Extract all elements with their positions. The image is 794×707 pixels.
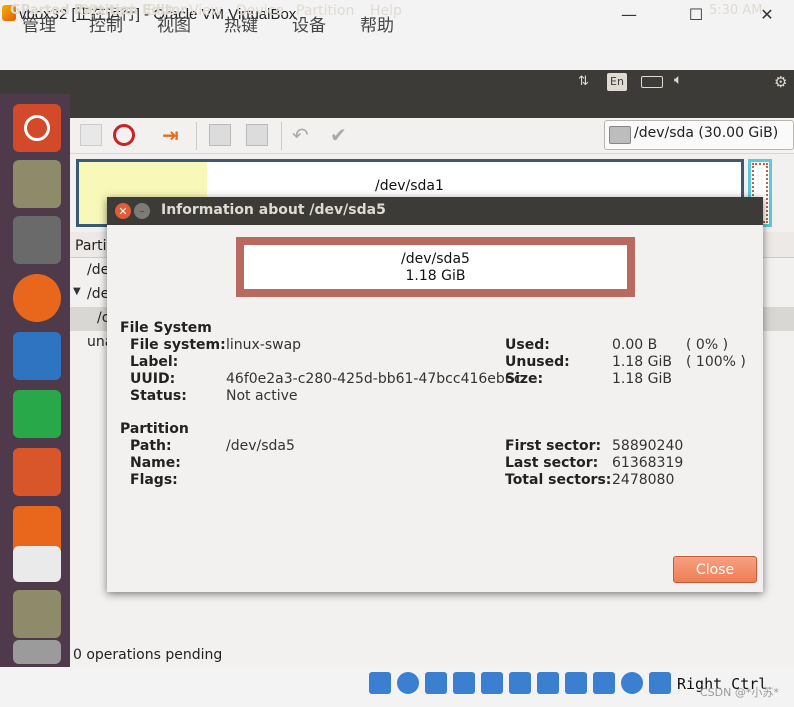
gparted-active-icon[interactable] bbox=[13, 590, 61, 638]
used-percent: ( 0% ) bbox=[686, 337, 729, 353]
keyboard-capture-icon[interactable] bbox=[649, 672, 671, 694]
dialog-minimize-icon[interactable]: – bbox=[134, 203, 150, 219]
new-partition-icon[interactable] bbox=[80, 124, 102, 146]
status-value: Not active bbox=[226, 388, 298, 404]
status-key: Status: bbox=[130, 388, 187, 404]
label-key: Label: bbox=[130, 354, 179, 370]
toolbar-separator bbox=[196, 122, 197, 150]
expander-arrow-icon[interactable]: ▼ bbox=[73, 286, 81, 297]
partition-map-label: /dev/sda1 bbox=[375, 178, 444, 194]
file-system-key: File system: bbox=[130, 337, 226, 353]
storage-icon[interactable] bbox=[369, 672, 391, 694]
device-label: /dev/sda (30.00 GiB) bbox=[634, 125, 779, 141]
unused-percent: ( 100% ) bbox=[686, 354, 746, 370]
battery-icon[interactable] bbox=[641, 76, 663, 88]
row-partition-name: /de bbox=[87, 262, 110, 278]
ubuntu-logo-icon bbox=[24, 115, 50, 141]
dialog-title: Information about /dev/sda5 bbox=[161, 202, 386, 218]
uuid-value: 46f0e2a3-c280-425d-bb61-47bcc416eb6c bbox=[226, 371, 522, 387]
last-sector-key: Last sector: bbox=[505, 455, 599, 471]
menu-help[interactable]: Help bbox=[370, 3, 402, 19]
partition-heading: Partition bbox=[120, 421, 189, 437]
toolbar-separator bbox=[281, 122, 282, 150]
resize-move-icon[interactable]: ⇥ bbox=[162, 124, 184, 146]
row-partition-name: /de bbox=[87, 286, 110, 302]
dialog-partition-graphic-name: /dev/sda5 bbox=[401, 251, 470, 267]
firefox-icon[interactable] bbox=[13, 274, 61, 322]
files-icon[interactable] bbox=[13, 216, 61, 264]
operations-pending-text: 0 operations pending bbox=[73, 647, 223, 663]
watermark: CSDN @*小苏* bbox=[700, 686, 779, 699]
amazon-icon[interactable] bbox=[13, 546, 61, 582]
shared-folders-icon[interactable] bbox=[509, 672, 531, 694]
panel-clock[interactable]: 5:30 AM bbox=[709, 3, 762, 18]
network-adapter-icon[interactable] bbox=[453, 672, 475, 694]
name-key: Name: bbox=[130, 455, 181, 471]
display-icon[interactable] bbox=[537, 672, 559, 694]
power-gear-icon[interactable]: ⚙ bbox=[774, 73, 787, 91]
menu-device[interactable]: Device bbox=[236, 3, 284, 19]
gparted-launcher-icon[interactable] bbox=[13, 160, 61, 208]
file-system-value: linux-swap bbox=[226, 337, 302, 353]
optical-drive-icon[interactable] bbox=[397, 672, 419, 694]
close-button[interactable]: Close bbox=[673, 556, 757, 583]
virtualization-icon[interactable] bbox=[593, 672, 615, 694]
size-value: 1.18 GiB bbox=[612, 371, 672, 387]
keyboard-layout-indicator[interactable]: En bbox=[607, 73, 627, 91]
usb-icon[interactable] bbox=[481, 672, 503, 694]
apply-icon[interactable]: ✔ bbox=[330, 124, 352, 146]
video-capture-icon[interactable] bbox=[565, 672, 587, 694]
gparted-menubar bbox=[70, 94, 794, 118]
unused-key: Unused: bbox=[505, 354, 570, 370]
dialog-partition-graphic-size: 1.18 GiB bbox=[405, 268, 466, 284]
menu-gparted[interactable]: GParted bbox=[78, 3, 134, 19]
unused-value: 1.18 GiB bbox=[612, 354, 672, 370]
undo-icon[interactable]: ↶ bbox=[292, 124, 314, 146]
uuid-key: UUID: bbox=[130, 371, 176, 387]
volume-icon[interactable]: 🔈︎ bbox=[674, 72, 682, 88]
menu-edit[interactable]: Edit bbox=[147, 3, 174, 19]
menu-partition[interactable]: Partition bbox=[296, 3, 354, 19]
paste-icon[interactable] bbox=[246, 124, 268, 146]
path-value: /dev/sda5 bbox=[226, 438, 295, 454]
harddisk-icon bbox=[609, 126, 631, 144]
first-sector-key: First sector: bbox=[505, 438, 602, 454]
dialog-close-icon[interactable]: ✕ bbox=[115, 203, 131, 219]
size-key: Size: bbox=[505, 371, 544, 387]
last-sector-value: 61368319 bbox=[612, 455, 684, 471]
filesystem-heading: File System bbox=[120, 320, 212, 336]
libreoffice-calc-icon[interactable] bbox=[13, 390, 61, 438]
first-sector-value: 58890240 bbox=[612, 438, 684, 454]
copy-icon[interactable] bbox=[209, 124, 231, 146]
mouse-integration-icon[interactable] bbox=[621, 672, 643, 694]
network-icon[interactable]: ⇅ bbox=[578, 74, 594, 90]
total-sectors-key: Total sectors: bbox=[505, 472, 612, 488]
flags-key: Flags: bbox=[130, 472, 178, 488]
used-value: 0.00 B bbox=[612, 337, 658, 353]
trash-icon[interactable] bbox=[13, 640, 61, 664]
minimize-button[interactable]: — bbox=[606, 0, 652, 28]
menu-view[interactable]: View bbox=[189, 3, 222, 19]
libreoffice-writer-icon[interactable] bbox=[13, 332, 61, 380]
total-sectors-value: 2478080 bbox=[612, 472, 675, 488]
path-key: Path: bbox=[130, 438, 172, 454]
audio-icon[interactable] bbox=[425, 672, 447, 694]
libreoffice-impress-icon[interactable] bbox=[13, 448, 61, 496]
used-key: Used: bbox=[505, 337, 550, 353]
delete-partition-icon[interactable] bbox=[113, 124, 135, 146]
